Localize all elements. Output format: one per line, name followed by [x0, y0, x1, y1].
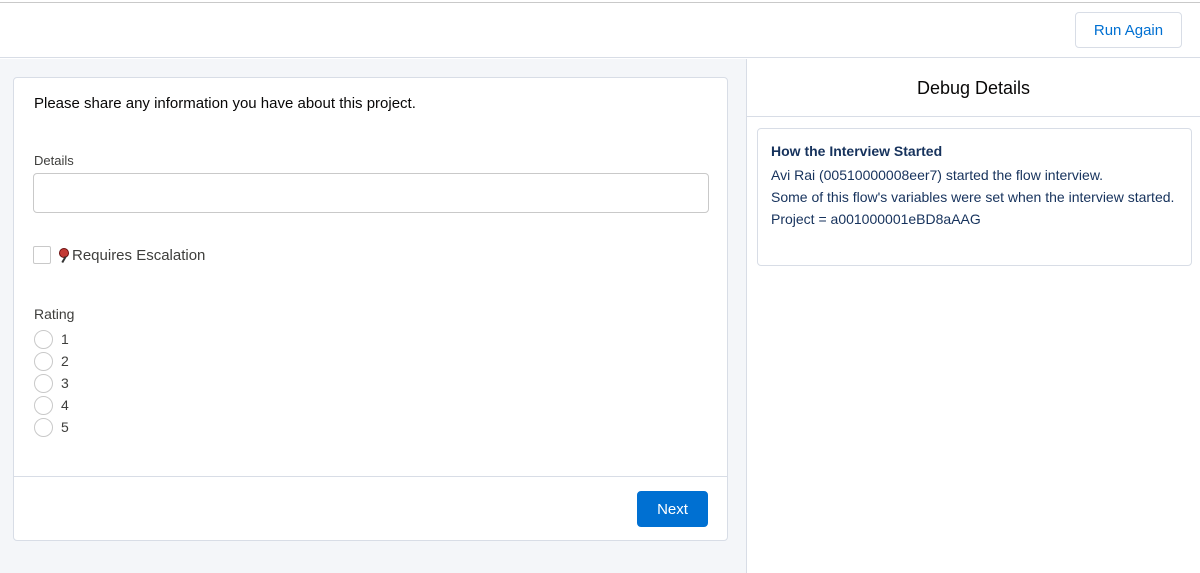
rating-radio-group: 1 2 3 4 5: [34, 328, 69, 438]
debug-line: Some of this flow's variables were set w…: [771, 189, 1175, 205]
debug-card-heading: How the Interview Started: [771, 143, 943, 159]
details-label: Details: [34, 153, 74, 168]
debug-title-divider: [747, 116, 1200, 117]
rating-option-label: 3: [61, 375, 69, 391]
rating-option[interactable]: 4: [34, 394, 69, 416]
flow-debug-header: Run Again: [0, 3, 1200, 58]
radio-button[interactable]: [34, 351, 53, 371]
rating-option[interactable]: 1: [34, 328, 69, 350]
screen-prompt: Please share any information you have ab…: [34, 95, 416, 112]
radio-button[interactable]: [34, 329, 53, 349]
debug-card: How the Interview Started Avi Rai (00510…: [757, 128, 1192, 266]
rating-option[interactable]: 2: [34, 350, 69, 372]
run-again-button[interactable]: Run Again: [1075, 12, 1182, 48]
requires-escalation-row[interactable]: Requires Escalation: [33, 246, 205, 264]
rating-option[interactable]: 5: [34, 416, 69, 438]
rating-label: Rating: [34, 306, 75, 322]
flow-screen-card: Please share any information you have ab…: [13, 77, 728, 541]
debug-line: Project = a001000001eBD8aAAG: [771, 211, 981, 227]
details-input[interactable]: [33, 173, 709, 213]
rating-option[interactable]: 3: [34, 372, 69, 394]
rating-option-label: 2: [61, 353, 69, 369]
debug-line: Avi Rai (00510000008eer7) started the fl…: [771, 167, 1104, 183]
debug-details-title: Debug Details: [916, 78, 1031, 98]
pin-icon: [57, 247, 71, 264]
requires-escalation-checkbox[interactable]: [33, 246, 51, 264]
next-button[interactable]: Next: [637, 491, 708, 527]
radio-button[interactable]: [34, 373, 53, 393]
rating-option-label: 5: [61, 419, 69, 435]
screen-footer-divider: [14, 476, 727, 477]
rating-option-label: 4: [61, 397, 69, 413]
rating-option-label: 1: [61, 331, 69, 347]
panel-divider: [746, 59, 747, 573]
radio-button[interactable]: [34, 417, 53, 437]
requires-escalation-label: Requires Escalation: [72, 246, 206, 264]
radio-button[interactable]: [34, 395, 53, 415]
